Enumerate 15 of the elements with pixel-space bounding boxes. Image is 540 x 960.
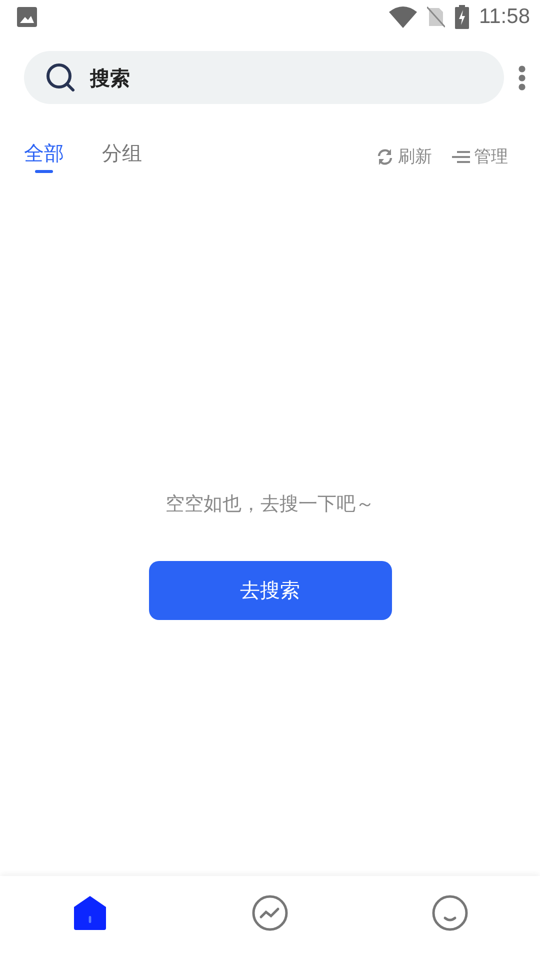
search-icon xyxy=(46,62,76,92)
no-sim-icon xyxy=(427,6,445,28)
refresh-button[interactable]: 刷新 xyxy=(376,145,432,168)
tab[interactable]: 全部 xyxy=(24,140,64,173)
refresh-icon xyxy=(376,148,394,166)
go-search-button[interactable]: 去搜索 xyxy=(148,561,392,620)
tab[interactable]: 分组 xyxy=(102,140,142,173)
more-icon[interactable] xyxy=(518,64,526,90)
list-icon xyxy=(452,150,470,164)
wifi-icon xyxy=(389,6,417,28)
clock-time: 11:58 xyxy=(479,5,530,29)
battery-icon xyxy=(455,5,469,29)
empty-message: 空空如也，去搜一下吧～ xyxy=(166,492,374,517)
image-icon xyxy=(17,7,37,27)
manage-button[interactable]: 管理 xyxy=(452,145,508,168)
